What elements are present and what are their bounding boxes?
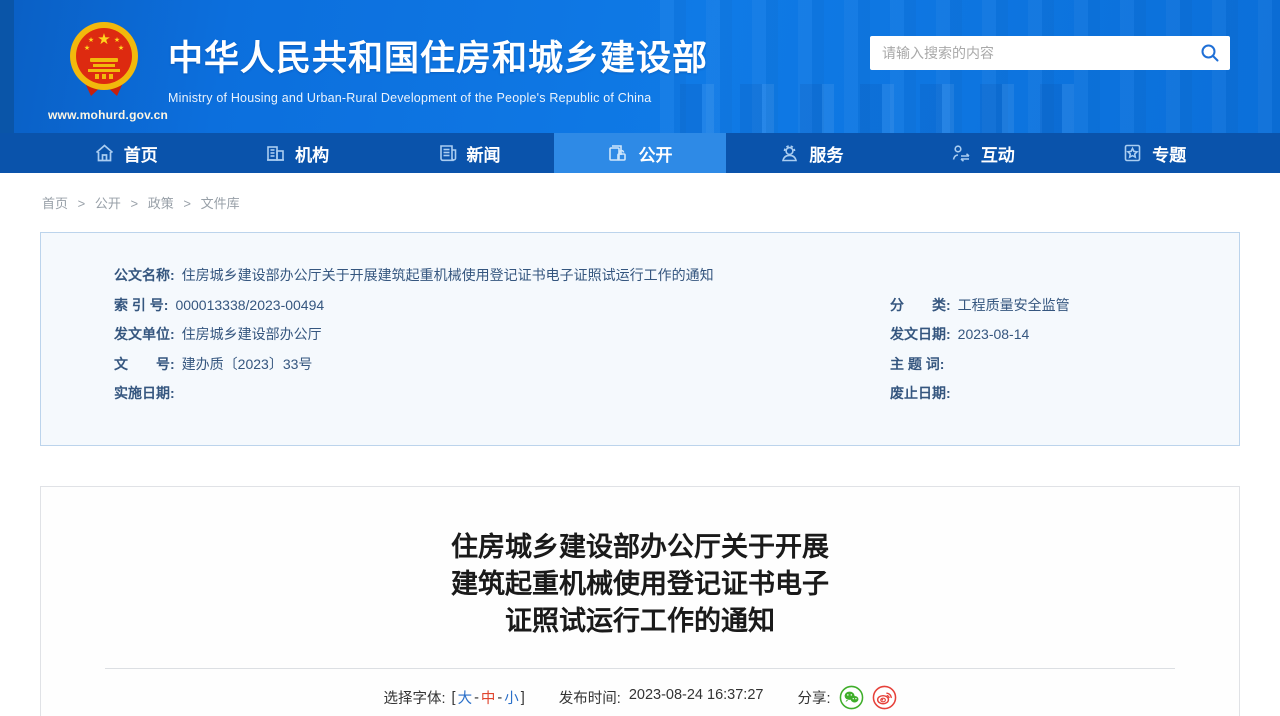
meta-row-issuer-date: 发文单位: 住房城乡建设部办公厅 发文日期: 2023-08-14	[114, 320, 1199, 350]
search-button[interactable]	[1190, 36, 1230, 70]
issue-date-label: 发文日期:	[890, 320, 951, 350]
search-icon	[1200, 43, 1220, 63]
font-size-small-link[interactable]: 小	[504, 687, 519, 708]
bracket-open: [	[452, 690, 456, 706]
wechat-share-icon[interactable]	[839, 685, 864, 710]
header-left-strip	[0, 0, 14, 133]
meta-row-doc-name: 公文名称: 住房城乡建设部办公厅关于开展建筑起重机械使用登记证书电子证照试运行工…	[114, 261, 1199, 291]
nav-tab-disclosure[interactable]: 公开	[554, 128, 725, 173]
doc-name-value: 住房城乡建设部办公厅关于开展建筑起重机械使用登记证书电子证照试运行工作的通知	[182, 261, 714, 291]
site-url: www.mohurd.gov.cn	[48, 108, 160, 122]
svg-text:★: ★	[114, 36, 120, 44]
index-number-label: 索 引 号:	[114, 291, 168, 321]
font-size-large-link[interactable]: 大	[458, 687, 473, 708]
nav-tab-label: 新闻	[467, 141, 501, 166]
doc-number-label: 文 号:	[114, 350, 175, 380]
doc-number-value: 建办质〔2023〕33号	[182, 350, 313, 380]
title-separator	[105, 668, 1175, 669]
home-icon	[94, 143, 115, 163]
article-title-line3: 证照试运行工作的通知	[41, 603, 1239, 640]
breadcrumb-disclosure[interactable]: 公开	[95, 196, 121, 211]
main-nav: 首页 机构 新闻	[0, 133, 1280, 173]
site-title: 中华人民共和国住房和城乡建设部	[168, 30, 708, 81]
breadcrumb-policy[interactable]: 政策	[148, 196, 174, 211]
nav-tab-services[interactable]: 服务	[726, 133, 897, 173]
nav-tab-topics[interactable]: 专题	[1069, 133, 1240, 173]
nav-tab-interaction[interactable]: 互动	[897, 133, 1068, 173]
doc-name-label: 公文名称:	[114, 261, 175, 291]
site-title-english: Ministry of Housing and Urban-Rural Deve…	[168, 91, 708, 105]
nav-tab-label: 机构	[295, 141, 329, 166]
category-label: 分 类:	[890, 291, 951, 321]
site-brand: ★ ★ ★ ★ ★ www.mohurd.gov.cn 中华人民共和国住房和城乡…	[48, 14, 708, 122]
interaction-icon	[951, 143, 972, 163]
breadcrumb-home[interactable]: 首页	[42, 196, 68, 211]
publish-time: 发布时间: 2023-08-24 16:37:27	[559, 687, 764, 708]
breadcrumb-separator: >	[78, 196, 86, 211]
nav-tab-organization[interactable]: 机构	[211, 133, 382, 173]
issuer-value: 住房城乡建设部办公厅	[182, 320, 322, 350]
meta-row-impl-repeal: 实施日期: 废止日期:	[114, 379, 1199, 409]
header-background-building-lower	[680, 84, 1100, 133]
nav-tab-news[interactable]: 新闻	[383, 133, 554, 173]
nav-tab-home[interactable]: 首页	[40, 133, 211, 173]
share-label: 分享:	[797, 687, 830, 708]
bracket-close: ]	[521, 690, 525, 706]
article-card: 住房城乡建设部办公厅关于开展 建筑起重机械使用登记证书电子 证照试运行工作的通知…	[40, 486, 1240, 716]
topics-icon	[1122, 143, 1143, 163]
issuer-label: 发文单位:	[114, 320, 175, 350]
meta-row-index-category: 索 引 号: 000013338/2023-00494 分 类: 工程质量安全监…	[114, 291, 1199, 321]
category-value: 工程质量安全监管	[958, 291, 1070, 321]
breadcrumb-separator: >	[183, 196, 191, 211]
article-title-line1: 住房城乡建设部办公厅关于开展	[41, 529, 1239, 566]
font-size-medium-link[interactable]: 中	[481, 687, 496, 708]
dash: -	[497, 690, 502, 706]
site-header: ★ ★ ★ ★ ★ www.mohurd.gov.cn 中华人民共和国住房和城乡…	[0, 0, 1280, 133]
nav-tab-label: 首页	[124, 141, 158, 166]
national-emblem-logo: ★ ★ ★ ★ ★	[67, 20, 141, 106]
svg-text:★: ★	[118, 44, 124, 52]
organization-icon	[265, 143, 286, 163]
nav-tab-label: 互动	[981, 141, 1015, 166]
publish-time-label: 发布时间:	[559, 687, 621, 708]
repeal-date-label: 废止日期:	[890, 379, 951, 409]
font-size-selector: 选择字体: [ 大 - 中 - 小 ]	[384, 687, 525, 708]
article-title: 住房城乡建设部办公厅关于开展 建筑起重机械使用登记证书电子 证照试运行工作的通知	[41, 529, 1239, 640]
news-icon	[437, 143, 458, 163]
implementation-date-label: 实施日期:	[114, 379, 175, 409]
document-meta-card: 公文名称: 住房城乡建设部办公厅关于开展建筑起重机械使用登记证书电子证照试运行工…	[40, 232, 1240, 446]
nav-tab-label: 服务	[809, 141, 843, 166]
svg-text:★: ★	[88, 36, 94, 44]
breadcrumb-document-library[interactable]: 文件库	[201, 196, 240, 211]
issue-date-value: 2023-08-14	[958, 320, 1030, 350]
disclosure-icon	[607, 143, 629, 164]
search-box	[870, 36, 1230, 70]
subject-words-label: 主 题 词:	[890, 350, 944, 380]
nav-tab-label: 专题	[1152, 141, 1186, 166]
font-select-label: 选择字体:	[384, 687, 446, 708]
meta-row-docno-subject: 文 号: 建办质〔2023〕33号 主 题 词:	[114, 350, 1199, 380]
search-input[interactable]	[870, 36, 1190, 70]
weibo-share-icon[interactable]	[872, 685, 897, 710]
dash: -	[474, 690, 479, 706]
svg-text:★: ★	[84, 44, 90, 52]
svg-text:★: ★	[97, 30, 110, 48]
publish-time-value: 2023-08-24 16:37:27	[629, 687, 764, 708]
breadcrumb-separator: >	[131, 196, 139, 211]
service-icon	[779, 143, 800, 163]
article-toolbar: 选择字体: [ 大 - 中 - 小 ] 发布时间: 2023-08-24 16:…	[41, 685, 1239, 710]
breadcrumb: 首页 > 公开 > 政策 > 文件库	[42, 193, 1240, 212]
share-bar: 分享:	[797, 685, 896, 710]
article-title-line2: 建筑起重机械使用登记证书电子	[41, 566, 1239, 603]
nav-tab-label: 公开	[638, 141, 672, 166]
index-number-value: 000013338/2023-00494	[175, 291, 324, 321]
